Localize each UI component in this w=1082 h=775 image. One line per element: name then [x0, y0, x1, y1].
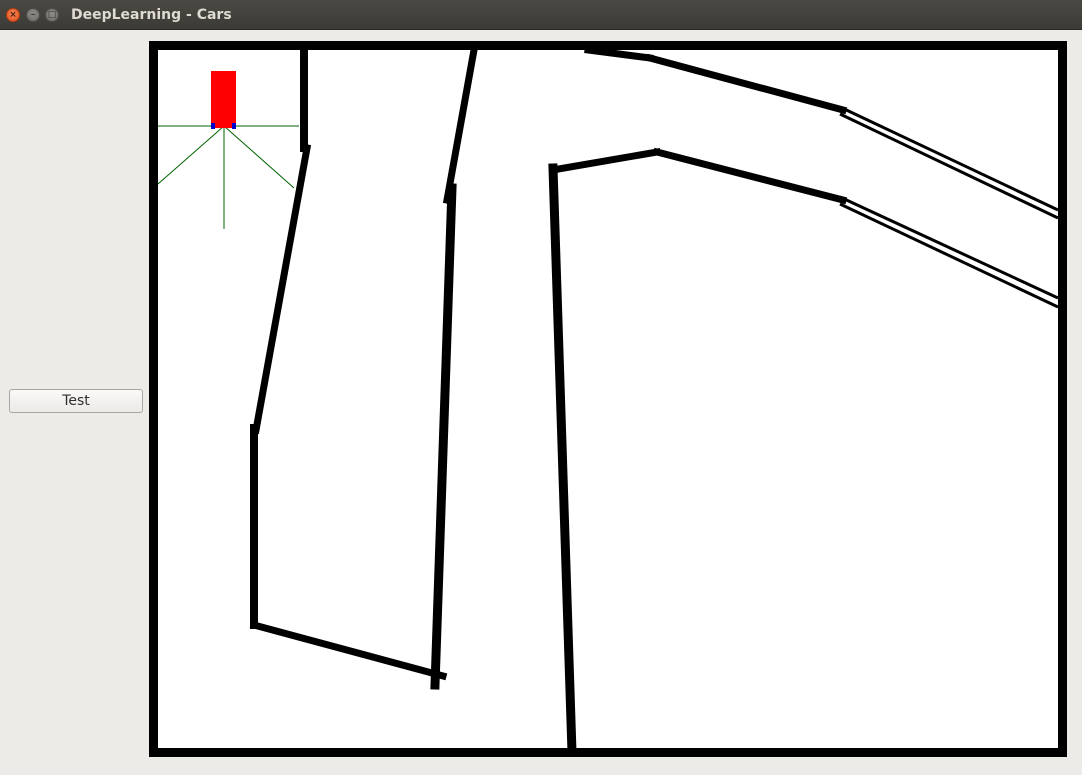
app-window: × – □ DeepLearning - Cars Test: [0, 0, 1082, 775]
car-body: [211, 71, 236, 128]
minimize-icon[interactable]: –: [26, 8, 40, 22]
car[interactable]: [211, 71, 236, 129]
test-button[interactable]: Test: [9, 389, 143, 413]
window-title: DeepLearning - Cars: [71, 7, 232, 23]
title-bar[interactable]: × – □ DeepLearning - Cars: [0, 0, 1082, 30]
canvas-border: [149, 41, 1067, 757]
simulation-canvas[interactable]: [149, 40, 1069, 762]
car-wheel: [232, 123, 236, 129]
close-icon[interactable]: ×: [6, 8, 20, 22]
track-svg: [149, 41, 1067, 757]
car-wheel: [211, 123, 215, 129]
maximize-icon[interactable]: □: [45, 8, 59, 22]
